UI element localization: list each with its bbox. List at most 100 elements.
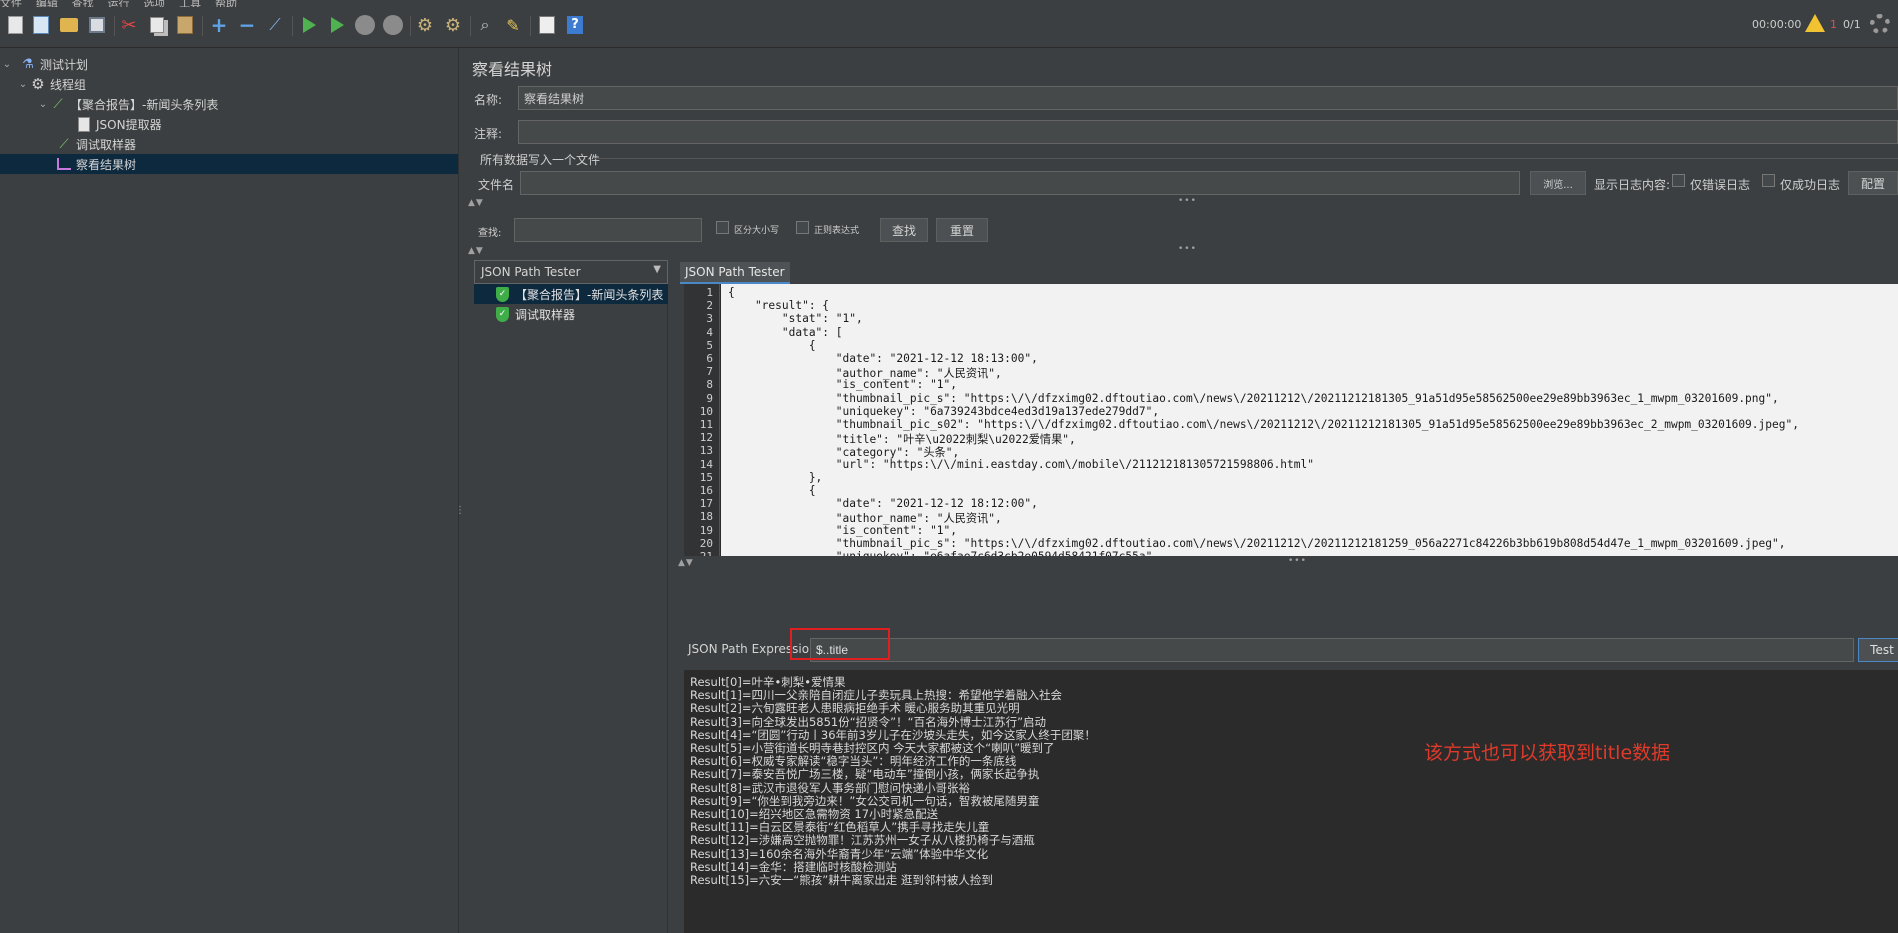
menu-search[interactable]: 查找 [72,0,94,7]
splitter-grip-icon[interactable]: ••• [1178,196,1197,206]
line-number: 21 [700,550,713,556]
case-sensitive-checkbox[interactable] [716,221,729,234]
line-number: 7 [706,365,713,379]
clear-icon[interactable]: ⚙ [414,14,436,36]
regex-checkbox[interactable] [796,221,809,234]
json-file-icon [76,116,92,132]
line-number: 6 [706,352,713,365]
collapse-arrows-icon[interactable]: ▲▼ [468,198,484,208]
splitter-grip-icon[interactable]: ••• [1288,556,1307,566]
test-button[interactable]: Test [1858,638,1898,662]
save-icon[interactable] [86,14,108,36]
reset-button[interactable]: 重置 [936,218,988,242]
splitter-grip-icon[interactable]: ••• [1178,244,1197,254]
collapse-icon[interactable]: − [236,13,258,37]
open-icon[interactable] [58,14,80,36]
running-indicator-icon [1870,14,1890,34]
shutdown-icon[interactable] [382,14,404,36]
line-number: 15 [699,470,713,484]
regex-label: 正则表达式 [814,226,860,236]
menu-edit[interactable]: 编辑 [36,0,58,7]
expand-icon[interactable]: + [208,13,230,37]
tree-item-debug-sampler[interactable]: ⟋ 调试取样器 [0,134,458,154]
tab-json-path-tester[interactable]: JSON Path Tester [680,262,790,284]
chevron-down-icon[interactable]: ⌄ [18,79,28,90]
code-line: "data": [ [728,325,843,339]
tree-item-test-plan[interactable]: ⌄ ⚗ 测试计划 [0,54,458,74]
reset-search-icon[interactable]: ✎ [502,14,524,36]
renderer-selected-value: JSON Path Tester [481,265,581,279]
code-line: "uniquekey": "6a739243bdce4ed3d19a137ede… [728,404,1160,418]
renderer-select[interactable]: JSON Path Tester ▼ [474,260,668,284]
code-line: "date": "2021-12-12 18:13:00", [728,352,1038,365]
code-line: "uniquekey": "e6afae7c6d3cb2e0594d58421f… [728,550,1159,556]
view-results-tree-panel: 察看结果树 名称: 注释: 所有数据写入一个文件 文件名 浏览... 显示日志内… [464,48,1898,933]
sample-result-label: 【聚合报告】-新闻头条列表 [515,287,664,302]
gear-icon: ⚙ [31,75,45,93]
name-field[interactable] [518,86,1898,110]
menu-tools[interactable]: 工具 [179,0,201,7]
tester-tab-strip: JSON Path Tester [674,260,1898,284]
line-number: 12 [699,431,713,445]
function-helper-icon[interactable] [536,14,558,36]
stop-icon[interactable] [354,14,376,36]
code-line: "stat": "1", [728,312,863,326]
browse-button[interactable]: 浏览... [1530,171,1586,195]
templates-icon[interactable] [30,14,52,36]
collapse-arrows-icon[interactable]: ▲▼ [468,246,484,256]
new-icon[interactable] [4,14,26,36]
collapse-arrows-icon[interactable]: ▲▼ [678,558,694,568]
line-number: 5 [706,338,713,352]
errors-only-checkbox[interactable] [1672,174,1685,187]
tree-item-thread-group[interactable]: ⌄ ⚙ 线程组 [0,74,458,94]
sample-result-item[interactable]: ✓ 调试取样器 [474,304,668,324]
json-path-results: 该方式也可以获取到title数据 Result[0]=叶辛•刺梨•爱情果 Resu… [684,670,1898,933]
menu-help[interactable]: 帮助 [215,0,237,7]
find-button[interactable]: 查找 [880,218,928,242]
chevron-down-icon[interactable]: ⌄ [38,99,48,110]
code-line: "thumbnail_pic_s": "https:\/\/dfzximg02.… [728,536,1786,550]
copy-icon[interactable] [146,14,168,36]
tree-item-label: JSON提取器 [96,117,162,132]
menu-options[interactable]: 选项 [143,0,165,7]
search-label: 查找: [478,228,502,239]
sample-result-label: 调试取样器 [515,307,576,322]
chevron-down-icon[interactable]: ⌄ [2,59,12,70]
tree-item-label: 【聚合报告】-新闻头条列表 [70,97,219,112]
paste-icon[interactable] [174,14,196,36]
tree-item-json-extractor[interactable]: JSON提取器 [0,114,458,134]
code-line: { [728,484,816,497]
line-number: 19 [699,523,713,537]
comment-label: 注释: [474,127,503,141]
tree-item-http-sampler[interactable]: ⌄ ⟋ 【聚合报告】-新闻头条列表 [0,94,458,114]
json-path-expression-input[interactable] [810,638,1854,662]
search-input[interactable] [514,218,702,242]
tree-item-view-results-tree[interactable]: 察看结果树 [0,154,458,174]
toggle-icon[interactable]: ⟋ [264,14,286,36]
menu-file[interactable]: 文件 [0,0,22,7]
success-only-checkbox[interactable] [1762,174,1775,187]
comment-field[interactable] [518,120,1898,144]
warning-icon[interactable] [1805,14,1825,32]
log-content-label: 显示日志内容: [1594,178,1671,192]
cut-icon[interactable]: ✂ [118,14,140,36]
menu-run[interactable]: 运行 [107,0,129,7]
response-json-viewer[interactable]: 123456789101112131415161718192021 { "res… [684,284,1898,556]
line-number: 8 [706,378,713,392]
search-icon[interactable]: ⌕ [474,14,496,36]
clear-all-icon[interactable]: ⚙ [442,14,464,36]
code-line: "url": "https:\/\/mini.eastday.com\/mobi… [728,457,1314,471]
code-line: "result": { [728,299,830,313]
start-icon[interactable] [298,14,320,36]
code-line: "is_content": "1", [728,523,958,537]
configure-button[interactable]: 配置 [1848,171,1898,195]
start-no-pause-icon[interactable] [326,14,348,36]
graph-icon [56,156,72,172]
help-icon[interactable]: ? [564,14,586,36]
sample-result-item[interactable]: ✓ 【聚合报告】-新闻头条列表 [474,284,668,304]
menu-bar: 文件 编辑 查找 运行 选项 工具 帮助 [0,0,1898,7]
line-number: 1 [706,286,713,299]
filename-label: 文件名 [478,178,515,192]
filename-field[interactable] [520,171,1520,195]
code-line: }, [728,470,823,484]
